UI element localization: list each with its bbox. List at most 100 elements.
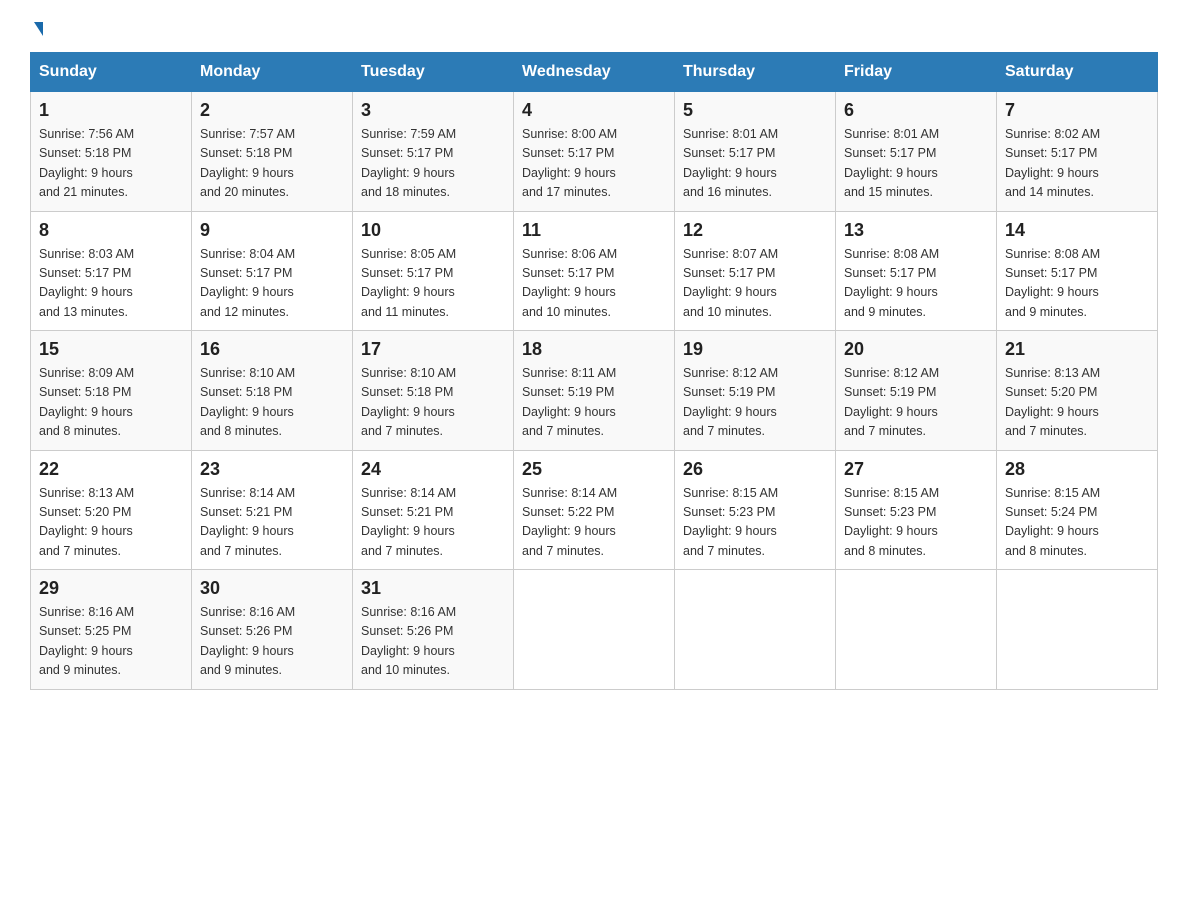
day-info: Sunrise: 8:12 AMSunset: 5:19 PMDaylight:… xyxy=(844,364,988,442)
day-number: 10 xyxy=(361,220,505,241)
day-cell: 13 Sunrise: 8:08 AMSunset: 5:17 PMDayligh… xyxy=(836,211,997,331)
day-info: Sunrise: 8:16 AMSunset: 5:26 PMDaylight:… xyxy=(361,603,505,681)
day-cell: 5 Sunrise: 8:01 AMSunset: 5:17 PMDaylight… xyxy=(675,92,836,212)
day-cell: 30 Sunrise: 8:16 AMSunset: 5:26 PMDayligh… xyxy=(192,570,353,690)
day-info: Sunrise: 8:02 AMSunset: 5:17 PMDaylight:… xyxy=(1005,125,1149,203)
day-number: 18 xyxy=(522,339,666,360)
day-cell: 28Sunrise: 8:15 AMSunset: 5:24 PMDayligh… xyxy=(997,450,1158,570)
day-info: Sunrise: 8:15 AMSunset: 5:23 PMDaylight:… xyxy=(683,484,827,562)
week-row-1: 1 Sunrise: 7:56 AMSunset: 5:18 PMDaylight… xyxy=(31,92,1158,212)
day-number: 29 xyxy=(39,578,183,599)
col-header-thursday: Thursday xyxy=(675,53,836,92)
day-cell: 22 Sunrise: 8:13 AMSunset: 5:20 PMDayligh… xyxy=(31,450,192,570)
day-number: 25 xyxy=(522,459,666,480)
day-cell: 29 Sunrise: 8:16 AMSunset: 5:25 PMDayligh… xyxy=(31,570,192,690)
day-cell: 18 Sunrise: 8:11 AMSunset: 5:19 PMDayligh… xyxy=(514,331,675,451)
day-info: Sunrise: 8:11 AMSunset: 5:19 PMDaylight:… xyxy=(522,364,666,442)
day-cell: 1 Sunrise: 7:56 AMSunset: 5:18 PMDaylight… xyxy=(31,92,192,212)
day-info: Sunrise: 8:09 AMSunset: 5:18 PMDaylight:… xyxy=(39,364,183,442)
day-number: 3 xyxy=(361,100,505,121)
day-cell: 26 Sunrise: 8:15 AMSunset: 5:23 PMDayligh… xyxy=(675,450,836,570)
day-info: Sunrise: 8:08 AMSunset: 5:17 PMDaylight:… xyxy=(844,245,988,323)
day-cell: 20 Sunrise: 8:12 AMSunset: 5:19 PMDayligh… xyxy=(836,331,997,451)
day-info: Sunrise: 8:07 AMSunset: 5:17 PMDaylight:… xyxy=(683,245,827,323)
day-number: 12 xyxy=(683,220,827,241)
col-header-saturday: Saturday xyxy=(997,53,1158,92)
day-info: Sunrise: 8:15 AMSunset: 5:24 PMDaylight:… xyxy=(1005,484,1149,562)
day-info: Sunrise: 8:10 AMSunset: 5:18 PMDaylight:… xyxy=(200,364,344,442)
day-info: Sunrise: 8:16 AMSunset: 5:26 PMDaylight:… xyxy=(200,603,344,681)
day-info: Sunrise: 8:16 AMSunset: 5:25 PMDaylight:… xyxy=(39,603,183,681)
day-cell: 25 Sunrise: 8:14 AMSunset: 5:22 PMDayligh… xyxy=(514,450,675,570)
calendar-table: SundayMondayTuesdayWednesdayThursdayFrid… xyxy=(30,52,1158,690)
day-info: Sunrise: 8:03 AMSunset: 5:17 PMDaylight:… xyxy=(39,245,183,323)
day-number: 5 xyxy=(683,100,827,121)
day-info: Sunrise: 8:00 AMSunset: 5:17 PMDaylight:… xyxy=(522,125,666,203)
day-cell: 3 Sunrise: 7:59 AMSunset: 5:17 PMDaylight… xyxy=(353,92,514,212)
col-header-sunday: Sunday xyxy=(31,53,192,92)
day-number: 7 xyxy=(1005,100,1149,121)
day-number: 23 xyxy=(200,459,344,480)
week-row-4: 22 Sunrise: 8:13 AMSunset: 5:20 PMDayligh… xyxy=(31,450,1158,570)
day-number: 14 xyxy=(1005,220,1149,241)
day-cell: 23Sunrise: 8:14 AMSunset: 5:21 PMDayligh… xyxy=(192,450,353,570)
day-cell: 21Sunrise: 8:13 AMSunset: 5:20 PMDayligh… xyxy=(997,331,1158,451)
day-cell: 31Sunrise: 8:16 AMSunset: 5:26 PMDayligh… xyxy=(353,570,514,690)
day-number: 13 xyxy=(844,220,988,241)
day-cell: 12 Sunrise: 8:07 AMSunset: 5:17 PMDayligh… xyxy=(675,211,836,331)
day-number: 2 xyxy=(200,100,344,121)
day-number: 24 xyxy=(361,459,505,480)
day-info: Sunrise: 8:05 AMSunset: 5:17 PMDaylight:… xyxy=(361,245,505,323)
logo xyxy=(30,20,43,34)
day-number: 15 xyxy=(39,339,183,360)
week-row-5: 29 Sunrise: 8:16 AMSunset: 5:25 PMDayligh… xyxy=(31,570,1158,690)
day-number: 8 xyxy=(39,220,183,241)
day-info: Sunrise: 8:12 AMSunset: 5:19 PMDaylight:… xyxy=(683,364,827,442)
col-header-monday: Monday xyxy=(192,53,353,92)
day-info: Sunrise: 8:01 AMSunset: 5:17 PMDaylight:… xyxy=(844,125,988,203)
day-info: Sunrise: 8:08 AMSunset: 5:17 PMDaylight:… xyxy=(1005,245,1149,323)
day-number: 16 xyxy=(200,339,344,360)
col-header-tuesday: Tuesday xyxy=(353,53,514,92)
day-cell: 27 Sunrise: 8:15 AMSunset: 5:23 PMDayligh… xyxy=(836,450,997,570)
day-number: 9 xyxy=(200,220,344,241)
day-info: Sunrise: 8:13 AMSunset: 5:20 PMDaylight:… xyxy=(39,484,183,562)
col-header-friday: Friday xyxy=(836,53,997,92)
day-number: 20 xyxy=(844,339,988,360)
day-info: Sunrise: 8:06 AMSunset: 5:17 PMDaylight:… xyxy=(522,245,666,323)
day-cell xyxy=(836,570,997,690)
day-info: Sunrise: 8:14 AMSunset: 5:21 PMDaylight:… xyxy=(361,484,505,562)
day-cell: 24 Sunrise: 8:14 AMSunset: 5:21 PMDayligh… xyxy=(353,450,514,570)
day-info: Sunrise: 8:01 AMSunset: 5:17 PMDaylight:… xyxy=(683,125,827,203)
week-row-3: 15 Sunrise: 8:09 AMSunset: 5:18 PMDayligh… xyxy=(31,331,1158,451)
day-info: Sunrise: 8:10 AMSunset: 5:18 PMDaylight:… xyxy=(361,364,505,442)
day-info: Sunrise: 8:13 AMSunset: 5:20 PMDaylight:… xyxy=(1005,364,1149,442)
day-number: 6 xyxy=(844,100,988,121)
day-number: 19 xyxy=(683,339,827,360)
day-cell: 10 Sunrise: 8:05 AMSunset: 5:17 PMDayligh… xyxy=(353,211,514,331)
col-header-wednesday: Wednesday xyxy=(514,53,675,92)
day-number: 30 xyxy=(200,578,344,599)
day-info: Sunrise: 8:14 AMSunset: 5:22 PMDaylight:… xyxy=(522,484,666,562)
day-cell: 15 Sunrise: 8:09 AMSunset: 5:18 PMDayligh… xyxy=(31,331,192,451)
day-cell: 16 Sunrise: 8:10 AMSunset: 5:18 PMDayligh… xyxy=(192,331,353,451)
logo-arrow-icon xyxy=(34,22,43,36)
header xyxy=(30,20,1158,34)
day-cell xyxy=(997,570,1158,690)
day-number: 22 xyxy=(39,459,183,480)
day-cell: 7 Sunrise: 8:02 AMSunset: 5:17 PMDaylight… xyxy=(997,92,1158,212)
day-number: 27 xyxy=(844,459,988,480)
day-info: Sunrise: 7:56 AMSunset: 5:18 PMDaylight:… xyxy=(39,125,183,203)
day-cell: 17Sunrise: 8:10 AMSunset: 5:18 PMDayligh… xyxy=(353,331,514,451)
day-cell: 2Sunrise: 7:57 AMSunset: 5:18 PMDaylight… xyxy=(192,92,353,212)
day-cell: 4Sunrise: 8:00 AMSunset: 5:17 PMDaylight… xyxy=(514,92,675,212)
day-info: Sunrise: 8:04 AMSunset: 5:17 PMDaylight:… xyxy=(200,245,344,323)
day-info: Sunrise: 8:15 AMSunset: 5:23 PMDaylight:… xyxy=(844,484,988,562)
day-cell xyxy=(514,570,675,690)
day-number: 11 xyxy=(522,220,666,241)
day-info: Sunrise: 7:59 AMSunset: 5:17 PMDaylight:… xyxy=(361,125,505,203)
day-cell: 6 Sunrise: 8:01 AMSunset: 5:17 PMDaylight… xyxy=(836,92,997,212)
day-number: 26 xyxy=(683,459,827,480)
day-number: 1 xyxy=(39,100,183,121)
day-cell xyxy=(675,570,836,690)
